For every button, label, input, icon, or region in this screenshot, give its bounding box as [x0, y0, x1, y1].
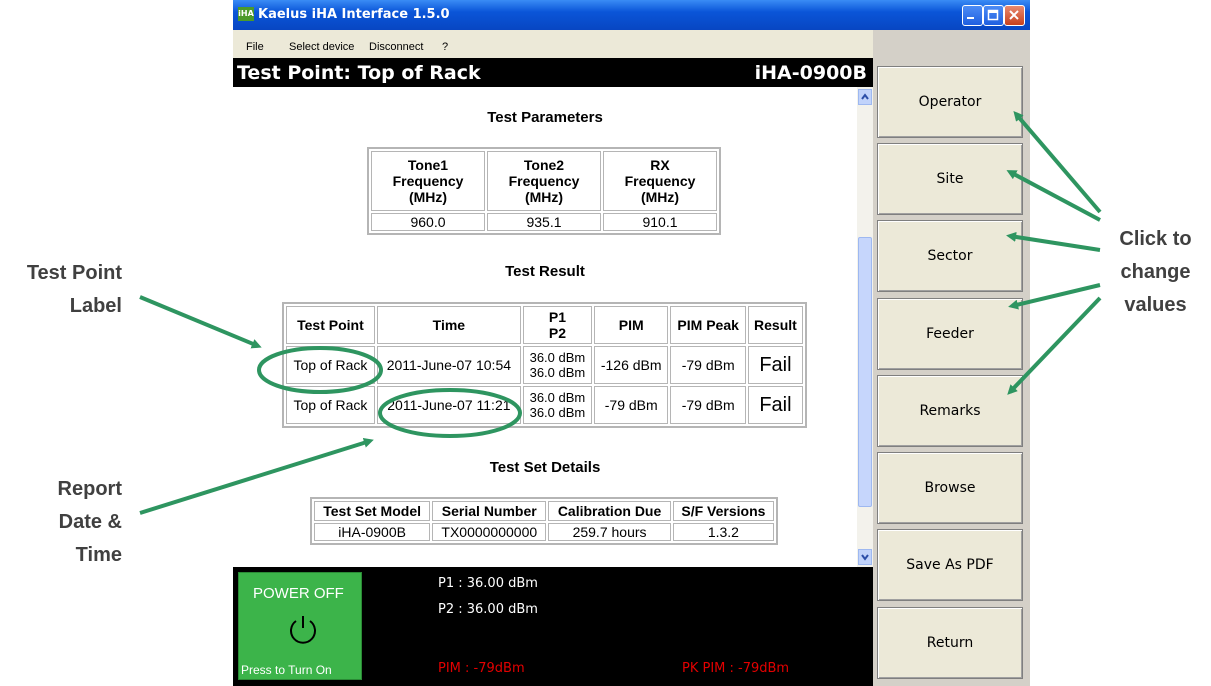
device-label: iHA-0900B: [754, 62, 867, 84]
section-title-test-set-details: Test Set Details: [489, 459, 601, 476]
table-cell: 910.1: [603, 213, 717, 231]
chevron-down-icon: [861, 554, 869, 561]
section-title-test-result: Test Result: [505, 263, 585, 280]
pim-cell: -126 dBm: [593, 346, 669, 384]
table-header-cell: P1 P2: [522, 306, 592, 344]
table-header-cell: Tone2 Frequency (MHz): [487, 151, 601, 211]
status-panel: POWER OFF Press to Turn On P1 : 36.00 dB…: [233, 567, 873, 686]
scroll-down-button[interactable]: [858, 549, 872, 565]
table-header-cell: Tone1 Frequency (MHz): [371, 151, 485, 211]
annotation-report-date-time: Report Date & Time: [57, 478, 122, 566]
minimize-icon: [967, 17, 974, 19]
test-result-table: Test Point Time P1 P2 PIM PIM Peak Result…: [282, 302, 807, 428]
save-as-pdf-button[interactable]: Save As PDF: [877, 529, 1023, 601]
power-button[interactable]: POWER OFF Press to Turn On: [238, 572, 362, 680]
table-header-cell: RX Frequency (MHz): [603, 151, 717, 211]
table-cell: 935.1: [487, 213, 601, 231]
remarks-button[interactable]: Remarks: [877, 375, 1023, 447]
test-parameters-table: Tone1 Frequency (MHz) Tone2 Frequency (MHz) …: [367, 147, 721, 235]
result-cell: Fail: [747, 346, 803, 384]
menu-select-device[interactable]: Select device: [289, 41, 354, 53]
table-cell: 960.0: [371, 213, 485, 231]
annotation-click-to-change: Click to change values: [1119, 228, 1192, 316]
table-header-cell: Result: [747, 306, 803, 344]
time-cell: 2011-June-07 11:21: [376, 386, 521, 424]
table-row: Top of Rack 2011-June-07 11:21 36.0 dBm 3…: [286, 386, 803, 424]
table-header-cell: Calibration Due: [548, 501, 671, 521]
minimize-button[interactable]: [962, 5, 983, 26]
table-cell: iHA-0900B: [314, 523, 431, 541]
scroll-thumb[interactable]: [858, 237, 872, 507]
test-point-cell[interactable]: Top of Rack: [286, 346, 375, 384]
power-hint: Press to Turn On: [241, 663, 332, 677]
menu-file[interactable]: File: [246, 41, 264, 53]
side-button-panel: Operator Site Sector Feeder Remarks Brow…: [873, 30, 1030, 686]
pim-cell: -79 dBm: [593, 386, 669, 424]
close-button[interactable]: [1004, 5, 1025, 26]
maximize-icon: [987, 9, 999, 21]
section-title-test-parameters: Test Parameters: [487, 109, 603, 126]
result-cell: Fail: [747, 386, 803, 424]
p1-readout: P1 : 36.00 dBm: [438, 576, 538, 591]
table-header-cell: PIM Peak: [670, 306, 746, 344]
p2-readout: P2 : 36.00 dBm: [438, 602, 538, 617]
pk-pim-readout: PK PIM : -79dBm: [682, 661, 790, 676]
test-point-cell[interactable]: Top of Rack: [286, 386, 375, 424]
pim-peak-cell: -79 dBm: [670, 346, 746, 384]
test-point-header: Test Point: Top of Rack iHA-0900B: [233, 58, 873, 87]
feeder-button[interactable]: Feeder: [877, 298, 1023, 370]
power-cell: 36.0 dBm 36.0 dBm: [522, 386, 592, 424]
title-bar[interactable]: iHA Kaelus iHA Interface 1.5.0: [233, 0, 1030, 30]
annotation-test-point-label: Test Point Label: [26, 262, 122, 317]
table-header-cell: S/F Versions: [672, 501, 774, 521]
site-button[interactable]: Site: [877, 143, 1023, 215]
pim-readout: PIM : -79dBm: [438, 661, 525, 676]
menu-bar: File Select device Disconnect ?: [233, 30, 873, 58]
app-window: iHA Kaelus iHA Interface 1.5.0 File Sele…: [233, 0, 1030, 686]
pim-peak-cell: -79 dBm: [670, 386, 746, 424]
table-row: Top of Rack 2011-June-07 10:54 36.0 dBm 3…: [286, 346, 803, 384]
menu-disconnect[interactable]: Disconnect: [369, 41, 423, 53]
table-cell: 259.7 hours: [548, 523, 671, 541]
scroll-up-button[interactable]: [858, 89, 872, 105]
close-icon: [1009, 10, 1019, 20]
app-icon: iHA: [238, 7, 254, 21]
table-cell: TX0000000000: [432, 523, 547, 541]
vertical-scrollbar[interactable]: [857, 87, 873, 567]
table-header-cell: Serial Number: [432, 501, 547, 521]
table-header-cell: PIM: [593, 306, 669, 344]
menu-help[interactable]: ?: [442, 41, 448, 53]
table-header-cell: Time: [376, 306, 521, 344]
table-header-cell: Test Set Model: [314, 501, 431, 521]
table-cell: 1.3.2: [672, 523, 774, 541]
power-label: POWER OFF: [253, 585, 344, 602]
window-title: Kaelus iHA Interface 1.5.0: [258, 7, 450, 22]
report-content: Test Parameters Tone1 Frequency (MHz) Tone…: [233, 87, 857, 567]
sector-button[interactable]: Sector: [877, 220, 1023, 292]
browse-button[interactable]: Browse: [877, 452, 1023, 524]
operator-button[interactable]: Operator: [877, 66, 1023, 138]
time-cell: 2011-June-07 10:54: [376, 346, 521, 384]
test-set-details-table: Test Set Model Serial Number Calibration…: [310, 497, 778, 545]
return-button[interactable]: Return: [877, 607, 1023, 679]
maximize-button[interactable]: [983, 5, 1004, 26]
table-header-cell: Test Point: [286, 306, 375, 344]
power-icon: [290, 616, 316, 644]
chevron-up-icon: [861, 93, 869, 100]
page-title: Test Point: Top of Rack: [237, 62, 481, 84]
power-cell: 36.0 dBm 36.0 dBm: [522, 346, 592, 384]
